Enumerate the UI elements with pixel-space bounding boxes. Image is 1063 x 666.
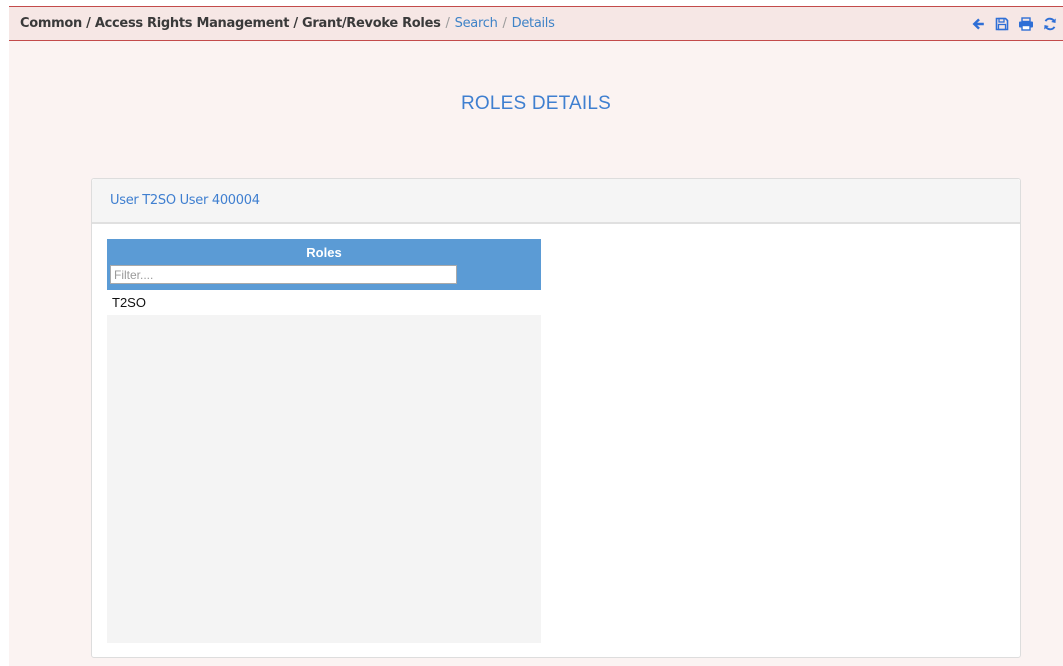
page-container: Common / Access Rights Management / Gran… (9, 6, 1063, 666)
breadcrumb-separator: / (445, 16, 450, 31)
breadcrumb-path: Common / Access Rights Management / Gran… (20, 16, 441, 31)
refresh-icon (1044, 17, 1056, 31)
toolbar (969, 15, 1059, 33)
page-title: ROLES DETAILS (460, 93, 612, 114)
roles-filter-input[interactable] (110, 265, 457, 284)
panel-header: User T2SO User 400004 (92, 179, 1020, 224)
breadcrumb-search-link[interactable]: Search (455, 16, 498, 31)
user-name-heading: User T2SO User 400004 (110, 193, 260, 208)
user-roles-panel: User T2SO User 400004 Roles T2SO (91, 178, 1021, 658)
print-icon (1019, 17, 1033, 31)
role-list-item[interactable]: T2SO (107, 290, 541, 315)
refresh-button[interactable] (1041, 15, 1059, 33)
save-icon (995, 17, 1009, 31)
breadcrumb-details-link[interactable]: Details (512, 16, 555, 31)
save-button[interactable] (993, 15, 1011, 33)
roles-header: Roles (107, 239, 541, 290)
print-button[interactable] (1017, 15, 1035, 33)
back-button[interactable] (969, 15, 987, 33)
breadcrumb-separator: / (502, 16, 507, 31)
breadcrumb: Common / Access Rights Management / Gran… (20, 16, 555, 31)
roles-list: T2SO (107, 290, 541, 315)
arrow-left-icon (972, 18, 984, 30)
roles-list-box: Roles T2SO (107, 239, 541, 643)
top-bar: Common / Access Rights Management / Gran… (9, 7, 1063, 41)
roles-header-label: Roles (306, 245, 342, 260)
